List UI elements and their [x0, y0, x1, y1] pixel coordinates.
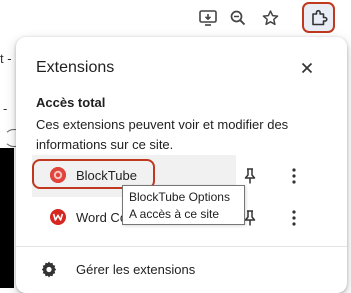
blocktube-icon: [50, 167, 66, 183]
section-title: Accès total: [36, 95, 106, 110]
manage-extensions-button[interactable]: Gérer les extensions: [24, 250, 339, 288]
install-app-icon[interactable]: [194, 5, 222, 31]
more-options-icon[interactable]: [286, 166, 302, 186]
manage-extensions-label: Gérer les extensions: [76, 262, 196, 277]
extension-name-blocktube: BlockTube: [76, 168, 137, 183]
word-counter-icon: [50, 209, 66, 225]
background-text: -: [3, 101, 8, 116]
background-panel: [0, 148, 14, 288]
divider: [16, 246, 347, 247]
popup-title: Extensions: [36, 59, 115, 76]
close-icon[interactable]: [297, 58, 317, 78]
zoom-icon[interactable]: [224, 5, 252, 31]
bookmark-star-icon[interactable]: [256, 5, 284, 31]
extensions-popup: Extensions Accès total Ces extensions pe…: [16, 37, 347, 293]
browser-toolbar: [0, 0, 351, 38]
pin-icon[interactable]: [241, 167, 259, 185]
extension-name-word-counter: Word Co: [76, 210, 128, 225]
background-text: t -: [0, 51, 12, 66]
extensions-puzzle-icon[interactable]: [302, 2, 335, 33]
tooltip: BlockTube Options A accès à ce site: [122, 185, 245, 225]
tooltip-subtitle: A accès à ce site: [129, 207, 220, 221]
more-options-icon[interactable]: [286, 208, 302, 228]
gear-icon: [40, 260, 58, 278]
section-description: Ces extensions peuvent voir et modifier …: [36, 117, 289, 152]
tooltip-title: BlockTube Options: [129, 190, 230, 204]
